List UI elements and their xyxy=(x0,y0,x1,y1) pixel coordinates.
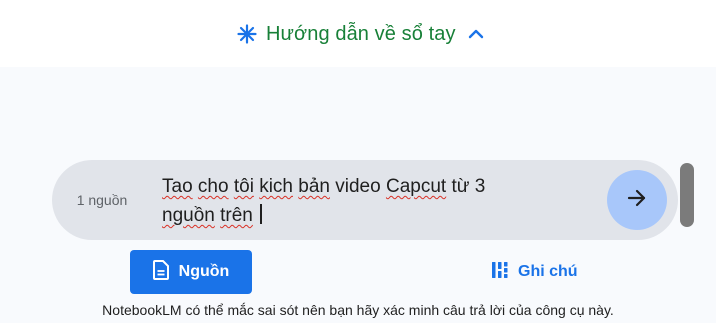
sources-button[interactable]: Nguồn xyxy=(130,250,252,294)
prompt-word: Capcut xyxy=(385,176,447,197)
send-button[interactable] xyxy=(607,170,667,230)
text-caret xyxy=(260,204,262,224)
document-icon xyxy=(152,259,169,285)
source-count-label: 1 nguồn xyxy=(76,192,128,208)
chat-composer: 1 nguồn Tao cho tôi kich bản video Capcu… xyxy=(52,160,694,240)
notebook-guide-toggle[interactable]: Hướng dẫn về sổ tay xyxy=(236,19,486,49)
prompt-plain: từ 3 xyxy=(451,176,486,197)
top-bar: Hướng dẫn về sổ tay xyxy=(0,0,716,67)
chevron-up-icon xyxy=(466,24,486,44)
prompt-word: kich xyxy=(259,176,293,197)
prompt-word: Tao xyxy=(162,176,193,197)
prompt-input-text[interactable]: Tao cho tôi kich bản video Capcut từ 3 n… xyxy=(162,172,572,230)
prompt-word: cho xyxy=(197,176,229,197)
prompt-scrollbar[interactable] xyxy=(680,163,694,227)
prompt-word: nguồn xyxy=(162,205,215,226)
grid-notes-icon xyxy=(492,261,508,283)
sources-button-label: Nguồn xyxy=(178,263,230,280)
arrow-right-icon xyxy=(625,186,649,215)
prompt-word: tôi xyxy=(233,176,254,197)
prompt-word: bản xyxy=(298,176,330,197)
notes-button-label: Ghi chú xyxy=(518,263,578,280)
notes-button[interactable]: Ghi chú xyxy=(492,250,602,294)
disclaimer-text: NotebookLM có thể mắc sai sót nên bạn hã… xyxy=(102,302,614,318)
asterisk-spark-icon xyxy=(236,23,258,45)
notebook-guide-label: Hướng dẫn về sổ tay xyxy=(266,22,456,45)
prompt-plain: video xyxy=(329,176,386,197)
prompt-word: trên xyxy=(220,205,253,226)
